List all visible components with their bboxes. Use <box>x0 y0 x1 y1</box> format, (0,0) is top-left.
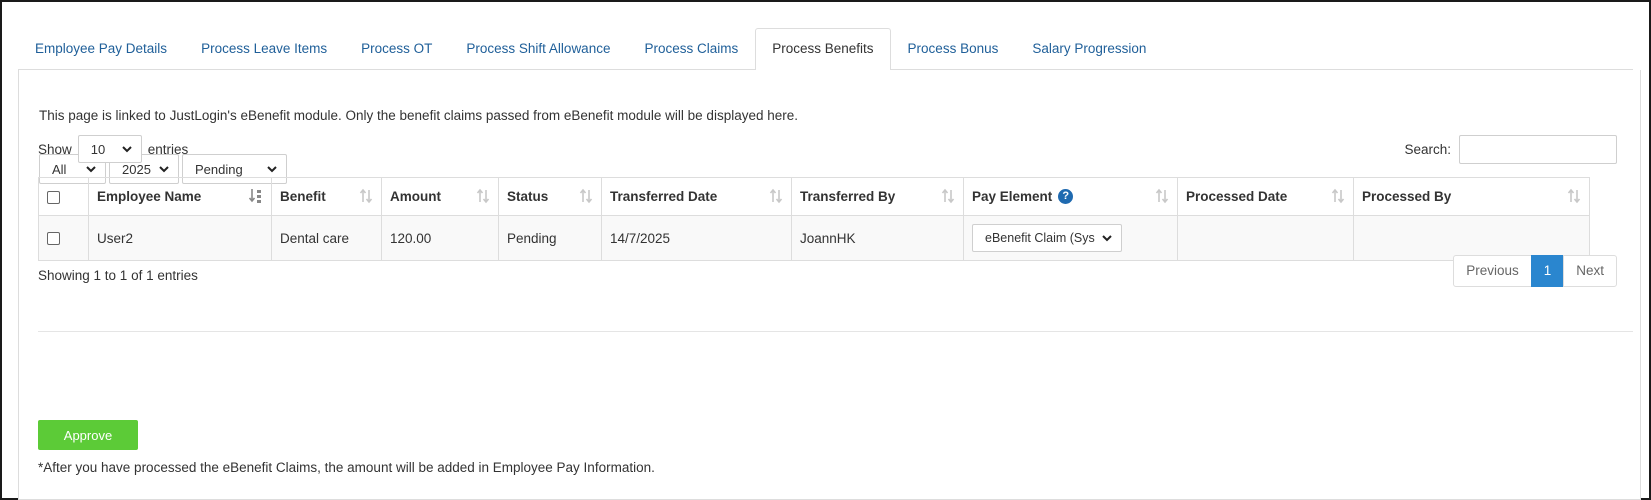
entries-label: entries <box>147 141 189 157</box>
status-select-value: Pending <box>195 161 243 177</box>
col-processed-by-label: Processed By <box>1362 189 1452 204</box>
chevron-down-icon <box>122 146 132 153</box>
entries-select-value: 10 <box>90 141 106 157</box>
year-select-value: 2025 <box>122 161 151 177</box>
tab-process-benefits[interactable]: Process Benefits <box>755 28 891 70</box>
select-all-checkbox[interactable] <box>47 190 60 204</box>
sort-icon <box>941 188 955 204</box>
sort-icon <box>1155 188 1169 204</box>
search-input[interactable] <box>1459 135 1617 164</box>
tab-panel: This page is linked to JustLogin's eBene… <box>18 70 1641 500</box>
info-text: This page is linked to JustLogin's eBene… <box>39 108 798 123</box>
col-employee-name[interactable]: Employee Name <box>88 177 272 216</box>
col-pay-element[interactable]: Pay Element? <box>963 177 1178 216</box>
next-page-button[interactable]: Next <box>1563 255 1617 287</box>
tab-employee-pay-details[interactable]: Employee Pay Details <box>18 28 184 69</box>
sort-icon <box>476 188 490 204</box>
row-select-cell <box>38 215 89 261</box>
footnote: *After you have processed the eBenefit C… <box>38 460 655 475</box>
sort-icon <box>1567 188 1581 204</box>
cell-transferred-by: JoannHK <box>791 215 964 261</box>
tab-process-claims[interactable]: Process Claims <box>627 28 755 69</box>
entries-select[interactable]: 10 <box>77 135 142 163</box>
sort-icon <box>359 188 373 204</box>
cell-transferred-date: 14/7/2025 <box>601 215 792 261</box>
cell-benefit: Dental care <box>271 215 382 261</box>
cell-status: Pending <box>498 215 602 261</box>
col-processed-date[interactable]: Processed Date <box>1177 177 1354 216</box>
select-all-header <box>38 177 89 216</box>
tab-salary-progression[interactable]: Salary Progression <box>1015 28 1163 69</box>
help-icon[interactable]: ? <box>1058 189 1074 205</box>
pay-element-select-value: eBenefit Claim (Sys <box>985 231 1095 245</box>
benefits-table: Employee Name Benefit Amount Status Tran… <box>38 177 1590 261</box>
tab-process-bonus[interactable]: Process Bonus <box>891 28 1016 69</box>
app-window: Employee Pay Details Process Leave Items… <box>0 0 1651 500</box>
cell-amount: 120.00 <box>381 215 499 261</box>
cell-processed-date <box>1177 215 1354 261</box>
col-benefit[interactable]: Benefit <box>271 177 382 216</box>
col-pay-element-label: Pay Element <box>972 188 1053 204</box>
col-processed-by[interactable]: Processed By <box>1353 177 1590 216</box>
col-benefit-label: Benefit <box>280 189 326 204</box>
col-transferred-by[interactable]: Transferred By <box>791 177 964 216</box>
table-row: User2 Dental care 120.00 Pending 14/7/20… <box>38 215 1590 261</box>
col-processed-date-label: Processed Date <box>1186 189 1288 204</box>
length-menu: Show 10 entries <box>38 135 188 163</box>
divider <box>38 331 1633 332</box>
col-transferred-date[interactable]: Transferred Date <box>601 177 792 216</box>
search-box: Search: <box>1404 135 1617 164</box>
col-transferred-date-label: Transferred Date <box>610 189 718 204</box>
cell-pay-element: eBenefit Claim (Sys <box>963 215 1178 261</box>
cell-processed-by <box>1353 215 1590 261</box>
col-employee-name-label: Employee Name <box>97 189 202 204</box>
tab-process-ot[interactable]: Process OT <box>344 28 449 69</box>
col-amount-label: Amount <box>390 189 441 204</box>
sort-icon <box>769 188 783 204</box>
tab-process-shift-allowance[interactable]: Process Shift Allowance <box>449 28 627 69</box>
pay-element-select[interactable]: eBenefit Claim (Sys <box>972 224 1122 252</box>
row-checkbox[interactable] <box>47 232 60 246</box>
table-info: Showing 1 to 1 of 1 entries <box>38 268 198 283</box>
sort-icon <box>579 188 593 204</box>
chevron-down-icon <box>86 166 96 173</box>
tab-bar: Employee Pay Details Process Leave Items… <box>18 28 1633 70</box>
col-status[interactable]: Status <box>498 177 602 216</box>
show-label: Show <box>38 141 72 157</box>
col-transferred-by-label: Transferred By <box>800 189 896 204</box>
table-header-row: Employee Name Benefit Amount Status Tran… <box>38 177 1590 216</box>
col-status-label: Status <box>507 189 549 204</box>
cell-employee-name: User2 <box>88 215 272 261</box>
sort-ascending-icon <box>249 189 261 203</box>
previous-page-button[interactable]: Previous <box>1453 255 1532 287</box>
chevron-down-icon <box>267 166 277 173</box>
pagination: Previous 1 Next <box>1453 255 1617 287</box>
scope-select-value: All <box>52 161 67 177</box>
page-1-button[interactable]: 1 <box>1530 255 1565 287</box>
search-label: Search: <box>1404 142 1451 157</box>
col-amount[interactable]: Amount <box>381 177 499 216</box>
chevron-down-icon <box>1102 235 1112 242</box>
approve-button[interactable]: Approve <box>38 420 138 450</box>
tab-process-leave-items[interactable]: Process Leave Items <box>184 28 344 69</box>
sort-icon <box>1331 188 1345 204</box>
chevron-down-icon <box>159 166 169 173</box>
